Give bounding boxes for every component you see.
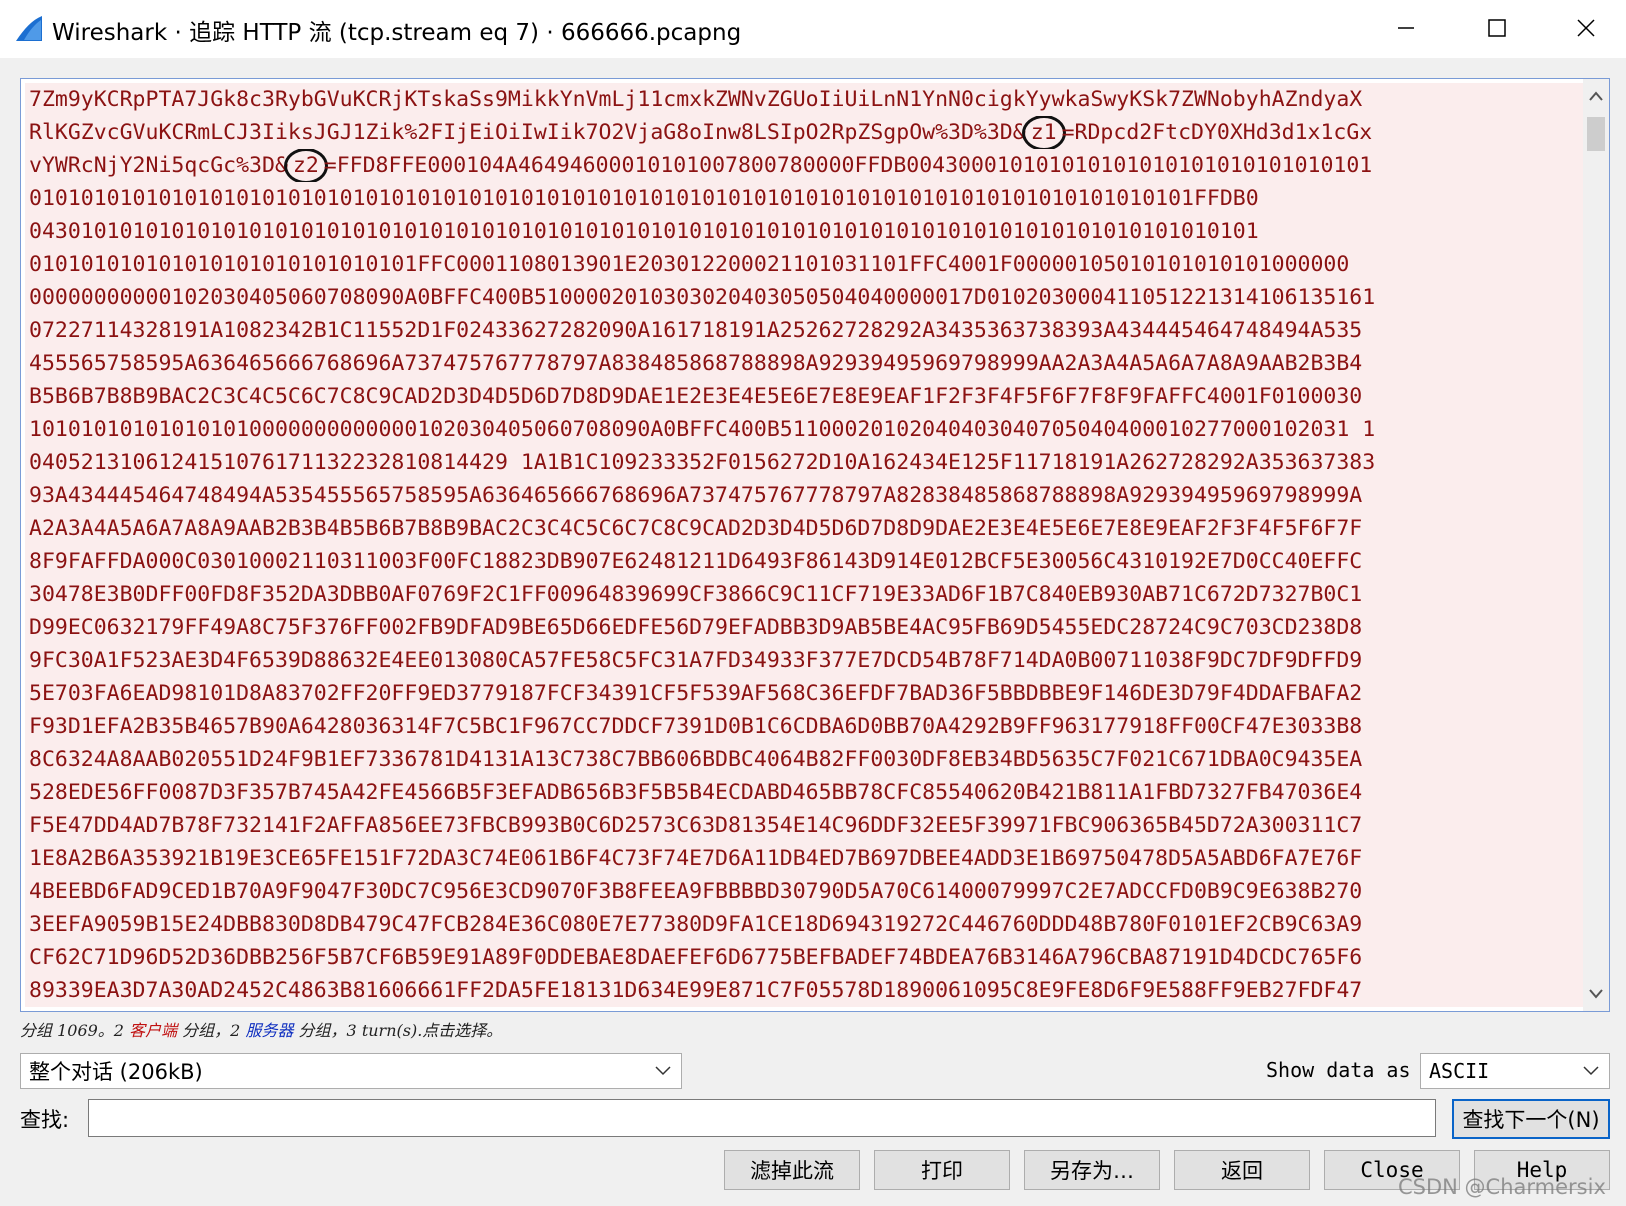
scroll-down-button[interactable] (1583, 981, 1609, 1007)
window-title: Wireshark · 追踪 HTTP 流 (tcp.stream eq 7) … (52, 20, 742, 46)
stream-line: 0405213106124151076171132232810814429 1A… (29, 450, 1376, 475)
stream-text-segment: =FFD8FFE000104A4649460001010100780078000… (323, 153, 1373, 178)
find-next-button[interactable]: 查找下一个(N) (1452, 1099, 1610, 1139)
stream-line: 8F9FAFFDA000C03010002110311003F00FC18823… (29, 549, 1363, 574)
wireshark-fin-icon (16, 16, 42, 41)
stream-line: F93D1EFA2B35B4657B90A6428036314F7C5BC1F9… (29, 714, 1363, 739)
status-prefix: 分组 1069。2 (20, 1021, 130, 1040)
back-button[interactable]: 返回 (1174, 1150, 1310, 1190)
find-label: 查找: (20, 1108, 70, 1132)
stream-line: 3EEFA9059B15E24DBB830D8DB479C47FCB284E36… (29, 912, 1363, 937)
stream-line: 00000000000102030405060708090A0BFFC400B5… (29, 285, 1376, 310)
stream-content[interactable]: 7Zm9yKCRpPTA7JGk8c3RybGVuKCRjKTskaSs9Mik… (25, 83, 1583, 1007)
stream-line: RlKGZvcGVuKCRmLCJ3IiksJGJ1Zik%2FIjEiOiIw… (25, 116, 1583, 149)
stream-line: 89339EA3D7A30AD2452C4863B81606661FF2DA5F… (29, 978, 1363, 1003)
stream-line: 30478E3B0DFF00FD8F352DA3DBB0AF0769F2C1FF… (29, 582, 1363, 607)
stream-line: CF62C71D96D52D36DBB256F5B7CF6B59E91A89F0… (29, 945, 1363, 970)
stream-text-segment: =RDpcd2FtcDY0XHd3d1x1cGx (1061, 120, 1373, 145)
show-data-value: ASCII (1429, 1059, 1490, 1083)
stream-status[interactable]: 分组 1069。2 客户端 分组，2 服务器 分组，3 turn(s).点击选择… (20, 1017, 502, 1041)
stream-line: 07227114328191A1082342B1C11552D1F0243362… (29, 318, 1363, 343)
stream-line: F5E47DD4AD7B78F732141F2AFFA856EE73FBCB99… (29, 813, 1363, 838)
stream-line: 0430101010101010101010101010101010101010… (29, 219, 1259, 244)
close-window-button[interactable] (1564, 8, 1608, 48)
stream-line: D99EC0632179FF49A8C75F376FF002FB9DFAD9BE… (29, 615, 1363, 640)
chevron-up-icon (1589, 91, 1603, 101)
chevron-down-icon (1583, 1066, 1599, 1076)
stream-line: 5E703FA6EAD98101D8A83702FF20FF9ED3779187… (29, 681, 1363, 706)
maximize-button[interactable] (1475, 8, 1519, 48)
z1-highlight: z1 (1021, 116, 1066, 149)
chevron-down-icon (655, 1066, 671, 1076)
stream-line: vYWRcNjY2Ni5qcGc%3D& z2 =FFD8FFE000104A464… (25, 149, 1583, 182)
show-data-select[interactable]: ASCII (1420, 1053, 1610, 1089)
conversation-select[interactable]: 整个对话 (206kB) (20, 1053, 682, 1089)
status-mid: 分组，2 (177, 1021, 246, 1040)
stream-text-segment: RlKGZvcGVuKCRmLCJ3IiksJGJ1Zik%2FIjEiOiIw… (29, 120, 1026, 145)
vertical-scrollbar[interactable] (1583, 79, 1609, 1011)
stream-line: 010101010101010101010101010101FFC0001108… (29, 252, 1350, 277)
conversation-select-value: 整个对话 (206kB) (29, 1060, 203, 1084)
z2-highlight: z2 (283, 149, 328, 182)
find-input[interactable] (88, 1099, 1436, 1137)
stream-line: 8C6324A8AAB020551D24F9B1EF7336781D4131A1… (29, 747, 1363, 772)
minimize-button[interactable] (1384, 8, 1428, 48)
stream-line: 9FC30A1F523AE3D4F6539D88632E4EE013080CA5… (29, 648, 1363, 673)
stream-line: A2A3A4A5A6A7A8A9AAB2B3B4B5B6B7B8B9BAC2C3… (29, 516, 1363, 541)
scrollbar-thumb[interactable] (1587, 117, 1605, 151)
stream-line: 528EDE56FF0087D3F357B745A42FE4566B5F3EFA… (29, 780, 1363, 805)
scroll-up-button[interactable] (1583, 83, 1609, 109)
stream-line: 4BEEBD6FAD9CED1B70A9F9047F30DC7C956E3CD9… (29, 879, 1363, 904)
stream-text-segment: vYWRcNjY2Ni5qcGc%3D& (29, 153, 288, 178)
print-button[interactable]: 打印 (874, 1150, 1010, 1190)
status-suffix: 分组，3 turn(s).点击选择。 (293, 1021, 503, 1040)
chevron-down-icon (1589, 989, 1603, 999)
title-bar: Wireshark · 追踪 HTTP 流 (tcp.stream eq 7) … (0, 0, 1626, 58)
close-icon (1577, 19, 1595, 37)
filter-out-stream-button[interactable]: 滤掉此流 (724, 1150, 860, 1190)
minimize-icon (1398, 27, 1414, 29)
stream-line: 93A434445464748494A535455565758595A63646… (29, 483, 1363, 508)
stream-view[interactable]: 7Zm9yKCRpPTA7JGk8c3RybGVuKCRjKTskaSs9Mik… (20, 78, 1610, 1012)
stream-line: 7Zm9yKCRpPTA7JGk8c3RybGVuKCRjKTskaSs9Mik… (29, 87, 1363, 112)
maximize-icon (1488, 19, 1506, 37)
show-data-label: Show data as (1266, 1058, 1411, 1082)
stream-line: B5B6B7B8B9BAC2C3C4C5C6C7C8C9CAD2D3D4D5D6… (29, 384, 1363, 409)
save-as-button[interactable]: 另存为… (1024, 1150, 1160, 1190)
stream-line: 455565758595A636465666768696A73747576777… (29, 351, 1363, 376)
server-label[interactable]: 服务器 (245, 1021, 293, 1040)
watermark: CSDN @Charmersix (1398, 1175, 1606, 1199)
stream-line: 1010101010101010100000000000001020304050… (29, 417, 1376, 442)
stream-line: 0101010101010101010101010101010101010101… (29, 186, 1259, 211)
stream-line: 1E8A2B6A353921B19E3CE65FE151F72DA3C74E06… (29, 846, 1363, 871)
client-label[interactable]: 客户端 (129, 1021, 177, 1040)
